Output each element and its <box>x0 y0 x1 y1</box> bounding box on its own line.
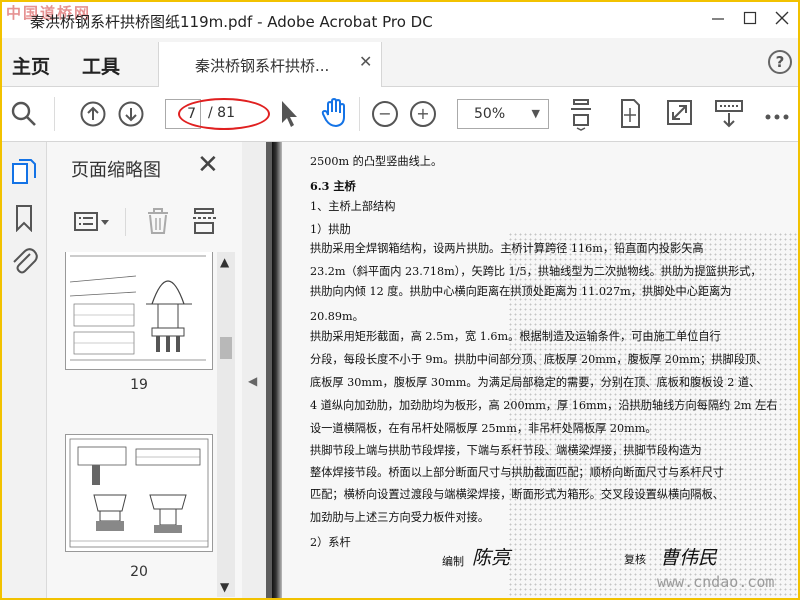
tab-bar: 主页 工具 秦洪桥钢系杆拱桥... ✕ ? <box>2 38 798 87</box>
panel-divider <box>125 208 126 236</box>
page-thumbnail[interactable] <box>65 434 213 552</box>
select-pointer-icon[interactable] <box>278 99 300 133</box>
read-mode-icon[interactable] <box>714 99 744 133</box>
text-line: 1）拱肋 <box>310 223 351 236</box>
search-icon[interactable] <box>10 100 38 132</box>
footer-label-prepared: 编制 <box>442 555 464 568</box>
tab-tools[interactable]: 工具 <box>82 52 120 79</box>
zoom-out-icon[interactable]: − <box>372 101 398 127</box>
scroll-down-icon[interactable]: ▼ <box>220 580 229 594</box>
more-icon[interactable] <box>764 107 790 126</box>
page-thumbnails-icon[interactable] <box>11 158 37 190</box>
left-rail <box>2 142 47 598</box>
toolbar-divider <box>54 97 55 131</box>
text-line: 设一道横隔板，在有吊杆处隔板厚 25mm，非吊杆处隔板厚 20mm。 <box>310 422 657 435</box>
scrollbar-thumb[interactable] <box>220 337 232 359</box>
close-tab-icon[interactable]: ✕ <box>359 52 372 71</box>
maximize-button[interactable] <box>738 8 762 32</box>
text-line: 加劲肋与上述三方向受力板件对接。 <box>310 511 490 524</box>
panel-scrollbar[interactable]: ▲ ▼ <box>217 252 235 597</box>
page-up-icon[interactable] <box>80 101 108 133</box>
thumbnail-page-number: 19 <box>130 377 148 393</box>
close-window-button[interactable] <box>770 8 794 32</box>
app-window: 中国道桥网 秦洪桥钢系杆拱桥图纸119m.pdf - Adobe Acrobat… <box>0 0 800 600</box>
full-screen-icon[interactable] <box>666 99 694 131</box>
text-line: 拱肋向内倾 12 度。拱肋中心横向距离在拱顶处距离为 11.027m，拱脚处中心… <box>310 285 732 298</box>
footer-label-reviewed: 复核 <box>624 553 646 566</box>
text-line: 底板厚 30mm，腹板厚 30mm。为满足局部稳定的需要，分别在顶、底板和腹板设… <box>310 376 761 389</box>
toolbar-divider <box>359 97 360 131</box>
hand-tool-icon[interactable] <box>320 97 350 133</box>
fit-page-icon[interactable] <box>568 97 594 135</box>
signature-prepared: 陈亮 <box>472 547 511 569</box>
tab-document-label: 秦洪桥钢系杆拱桥... <box>195 57 330 75</box>
text-line: 拱脚节段上端与拱肋节段焊接，下端与系杆节段、端横梁焊接，拱脚节段构造为 <box>310 444 702 457</box>
text-line: 拱肋采用矩形截面，高 2.5m，宽 1.6m。根据制造及运输条件，可由施工单位自… <box>310 330 721 343</box>
close-icon <box>775 11 789 25</box>
tab-home[interactable]: 主页 <box>12 52 50 79</box>
extract-pages-icon[interactable] <box>191 206 219 240</box>
document-page: 2500m 的凸型竖曲线上。 6.3 主桥 1、主桥上部结构 1）拱肋 拱肋采用全… <box>272 142 798 598</box>
text-line: 匹配；横桥向设置过渡段与端横梁焊接，断面形式为箱形。交叉段设置纵横向隔板、 <box>310 488 724 501</box>
thumbnail-panel: 页面缩略图 ✕ 19 20 ▲ ▼ <box>47 142 242 598</box>
zoom-in-icon[interactable]: + <box>410 101 436 127</box>
text-line: 23.2m（斜平面内 23.718m），矢跨比 1/5，拱轴线型为二次抛物线。拱… <box>310 265 762 278</box>
page-down-icon[interactable] <box>118 101 146 133</box>
maximize-icon <box>743 11 757 25</box>
minimize-button[interactable] <box>706 8 730 32</box>
panel-title: 页面缩略图 <box>71 160 161 181</box>
text-line: 2500m 的凸型竖曲线上。 <box>310 155 443 168</box>
help-icon[interactable]: ? <box>768 50 792 74</box>
text-line: 整体焊接节段。桥面以上部分断面尺寸与拱肋截面匹配；顺桥向断面尺寸与系杆尺寸 <box>310 466 724 479</box>
text-line: 分段，每段长度不小于 9m。拱肋中间部分顶、底板厚 20mm，腹板厚 20mm；… <box>310 353 768 366</box>
close-panel-icon[interactable]: ✕ <box>197 150 219 180</box>
section-heading: 6.3 主桥 <box>310 179 356 193</box>
page-thumbnail[interactable] <box>65 252 213 370</box>
panel-toolbar <box>55 202 233 242</box>
text-line: 4 道纵向加劲肋，加劲肋均为板形，高 200mm，厚 16mm，沿拱肋轴线方向每… <box>310 399 778 412</box>
red-circle-annotation <box>178 98 270 130</box>
window-title: 秦洪桥钢系杆拱桥图纸119m.pdf - Adobe Acrobat Pro D… <box>30 13 433 31</box>
chevron-down-icon: ▼ <box>531 107 540 120</box>
tab-document[interactable]: 秦洪桥钢系杆拱桥... ✕ <box>158 42 382 87</box>
scan-edge <box>272 142 282 598</box>
signature-reviewed: 曹伟民 <box>660 547 718 569</box>
title-bar: 中国道桥网 秦洪桥钢系杆拱桥图纸119m.pdf - Adobe Acrobat… <box>2 2 798 38</box>
panel-collapse-handle[interactable]: ◀ <box>242 142 266 598</box>
thumbnail-options-icon[interactable] <box>73 210 113 238</box>
text-line: 1、主桥上部结构 <box>310 200 396 213</box>
scroll-page-icon[interactable] <box>617 97 643 135</box>
text-line: 20.89m。 <box>310 310 364 323</box>
zoom-select[interactable]: 50% ▼ <box>457 99 549 129</box>
text-line: 拱肋采用全焊钢箱结构，设两片拱肋。主桥计算跨径 116m，铅直面内投影矢高 <box>310 242 704 255</box>
delete-icon[interactable] <box>145 206 171 240</box>
minimize-icon <box>712 18 724 20</box>
bookmark-icon[interactable] <box>14 204 34 236</box>
toolbar: 7 / 81 − + 50% ▼ <box>2 87 798 142</box>
thumbnail-page-number: 20 <box>130 564 148 580</box>
zoom-value: 50% <box>474 106 506 122</box>
collapse-arrow-icon: ◀ <box>248 374 258 388</box>
site-watermark: www.cndao.com <box>657 573 775 591</box>
scroll-up-icon[interactable]: ▲ <box>220 255 229 269</box>
document-view[interactable]: 2500m 的凸型竖曲线上。 6.3 主桥 1、主桥上部结构 1）拱肋 拱肋采用全… <box>266 142 798 598</box>
attachment-icon[interactable] <box>10 246 38 280</box>
